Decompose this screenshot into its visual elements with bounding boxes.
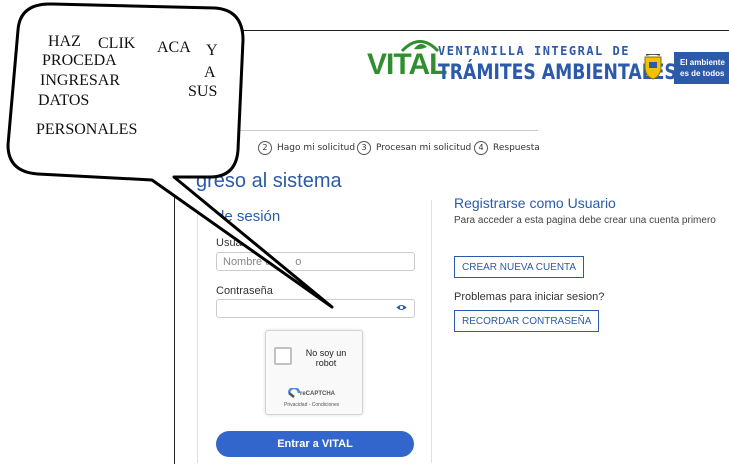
callout-line5: PERSONALES bbox=[36, 121, 138, 138]
callout-line4: DATOS bbox=[38, 92, 90, 109]
callout-line1-a: HAZ bbox=[48, 33, 81, 50]
callout-line1-d: Y bbox=[206, 42, 218, 59]
callout-line3-a: INGRESAR bbox=[40, 72, 121, 89]
callout-line1-c: ACA bbox=[157, 39, 191, 56]
speech-bubble bbox=[6, 2, 334, 309]
callout-line2-a: PROCEDA bbox=[42, 52, 117, 69]
callout-line2-b: A bbox=[204, 64, 216, 81]
callout-line1-b: CLIK bbox=[98, 35, 136, 52]
callout-line3-b: SUS bbox=[188, 83, 218, 100]
